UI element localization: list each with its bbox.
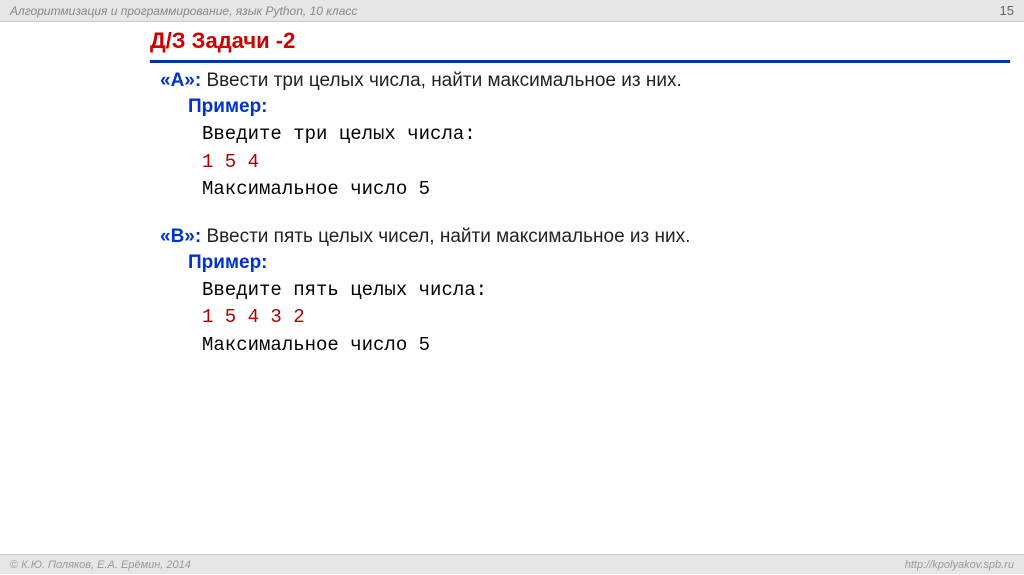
task-a-statement: «A»: Ввести три целых числа, найти макси… [160, 70, 860, 92]
task-b-tag: «B»: [160, 226, 201, 247]
subject-title: Алгоритмизация и программирование, язык … [10, 0, 357, 21]
slide-footer: © К.Ю. Поляков, Е.А. Ерёмин, 2014 http:/… [0, 554, 1024, 574]
title-row: Д/З Задачи -2 [150, 28, 1010, 63]
footer-url: http://kpolyakov.spb.ru [905, 555, 1014, 574]
code-line: Максимальное число 5 [202, 176, 860, 204]
task-a-tag: «A»: [160, 70, 201, 91]
task-b-example-label: Пример: [188, 252, 860, 274]
code-line: Введите три целых числа: [202, 121, 860, 149]
task-a-desc: Ввести три целых числа, найти максимальн… [201, 70, 682, 91]
task-a-code: Введите три целых числа: 1 5 4 Максималь… [202, 121, 860, 204]
copyright-text: © К.Ю. Поляков, Е.А. Ерёмин, 2014 [10, 555, 191, 574]
code-line: 1 5 4 3 2 [202, 304, 860, 332]
task-a-example-label: Пример: [188, 96, 860, 118]
code-line: Введите пять целых числа: [202, 277, 860, 305]
code-line: Максимальное число 5 [202, 332, 860, 360]
task-a: «A»: Ввести три целых числа, найти макси… [160, 70, 860, 204]
task-b-statement: «B»: Ввести пять целых чисел, найти макс… [160, 226, 860, 248]
page-number: 15 [1000, 0, 1014, 21]
task-b: «B»: Ввести пять целых чисел, найти макс… [160, 226, 860, 360]
code-line: 1 5 4 [202, 149, 860, 177]
slide-title: Д/З Задачи -2 [150, 28, 1010, 54]
task-b-code: Введите пять целых числа: 1 5 4 3 2 Макс… [202, 277, 860, 360]
task-b-desc: Ввести пять целых чисел, найти максималь… [201, 226, 690, 247]
content-area: «A»: Ввести три целых числа, найти макси… [160, 70, 860, 381]
slide-header: Алгоритмизация и программирование, язык … [0, 0, 1024, 22]
